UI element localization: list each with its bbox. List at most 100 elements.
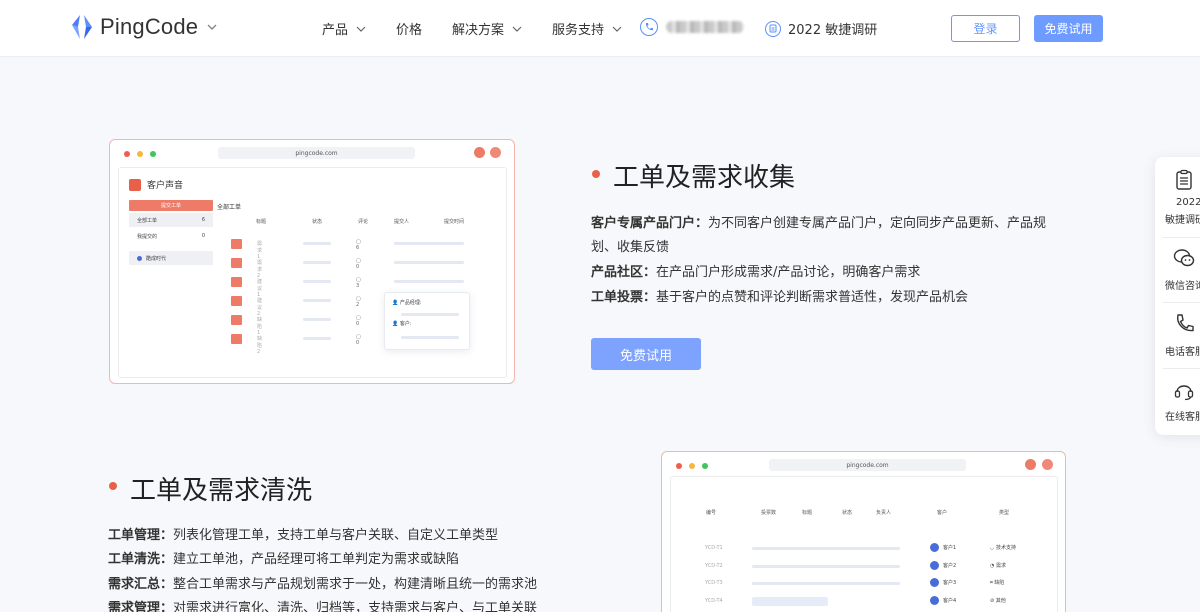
comment-count-value: 2 [356, 302, 360, 308]
float-item-wechat[interactable]: 微信咨询 [1155, 247, 1200, 307]
logo[interactable]: PingCode [70, 14, 218, 40]
float-item-online-service[interactable]: 在线客服 [1155, 379, 1200, 435]
section-bullet-icon [109, 482, 117, 490]
line-text: 整合工单需求与产品规划需求于一处，构建清晰且统一的需求池 [173, 577, 538, 592]
free-trial-cta-button[interactable]: 免费试用 [591, 338, 701, 370]
ticket-type-icon [231, 296, 242, 306]
comment-count: ▢ 0 [356, 334, 361, 346]
line-text: 为不同客户创建专属产品门户，定向同步产品更新、产品规 [708, 216, 1047, 231]
app-title-text: 客户声音 [147, 181, 184, 191]
section2-line: 需求管理：对需求进行富化、清洗、归档等，支持需求与客户、与工单关联 [108, 597, 537, 612]
org-dot-icon [137, 255, 142, 261]
row-type: ◔ 需求 [990, 563, 1006, 569]
comment-count-value: 0 [356, 264, 360, 270]
popover-label: 客户: [399, 321, 412, 327]
line-text: 在产品门户形成需求/产品讨论，明确客户需求 [656, 265, 921, 280]
side-float-bar: 2022 敏捷调研 微信咨询 电话客服 在线客服 [1155, 157, 1200, 435]
table-row: YCD-T2 客户2 ◔ 需求 [662, 561, 1065, 573]
row-id: YCD-T3 [705, 580, 723, 586]
row-placeholder [752, 565, 900, 568]
phone-icon [640, 18, 658, 36]
divider [1163, 368, 1200, 369]
float-item-survey[interactable]: 2022 敏捷调研 [1155, 169, 1200, 239]
row-placeholder [752, 547, 900, 550]
app-frame: 客户声音 提交工单 全部工单 6 我提交的 0 酷成时代 全部工单 标题 状态 … [118, 167, 507, 378]
chevron-down-icon [356, 26, 366, 32]
line-key: 工单管理： [108, 528, 174, 543]
row-type: ⊘ 其他 [990, 598, 1006, 604]
section2-line: 工单清洗：建立工单池，产品经理可将工单判定为需求或缺陷 [108, 548, 459, 567]
avatar-icon [490, 147, 501, 158]
line-key: 客户专属产品门户： [591, 216, 709, 231]
nav-item-products[interactable]: 产品 [322, 19, 366, 38]
row-type: ⌗ 缺陷 [990, 580, 1005, 586]
col-owner: 负责人 [876, 510, 892, 516]
voice-app-icon [129, 178, 141, 191]
window-dots [124, 151, 163, 157]
comment-count: ▢ 0 [356, 315, 361, 327]
float-label: 电话客服 [1165, 347, 1200, 358]
line-key: 工单清洗： [108, 552, 174, 567]
avatar-icon [1042, 459, 1053, 470]
mock-sidebar: 提交工单 全部工单 6 我提交的 0 酷成时代 [129, 200, 213, 265]
phone-contact[interactable] [640, 18, 744, 36]
row-title: 建议2 [257, 298, 263, 317]
sidebar-item-org: 酷成时代 [129, 251, 213, 265]
window-dots [676, 463, 715, 469]
maximize-dot-icon [150, 151, 156, 157]
chevron-down-icon [207, 24, 217, 30]
popover-row: 👤 客户: [392, 321, 412, 327]
row-title: 缺陷1 [257, 317, 263, 336]
line-key: 需求汇总： [108, 577, 174, 592]
row-customer: 客户3 [930, 578, 956, 587]
ticket-type-icon [231, 315, 242, 325]
table-row: YCD-T3 客户3 ⌗ 缺陷 [662, 578, 1065, 590]
col-votes: 投票数 [761, 510, 777, 516]
app-title: 客户声音 [129, 178, 183, 191]
back-arrow-icon [474, 147, 485, 158]
customer-name: 客户2 [943, 563, 957, 569]
free-trial-button[interactable]: 免费试用 [1034, 15, 1103, 42]
maximize-dot-icon [702, 463, 708, 469]
col-comments: 评论 [358, 219, 369, 225]
line-text: 划、收集反馈 [591, 240, 670, 255]
customer-voice-mockup: pingcode.com 客户声音 提交工单 全部工单 6 我提交的 0 酷成时… [109, 139, 515, 384]
sidebar-item-mine: 我提交的 0 [129, 229, 213, 243]
section2-line: 需求汇总：整合工单需求与产品规划需求于一处，构建清晰且统一的需求池 [108, 573, 537, 592]
col-status: 状态 [842, 510, 853, 516]
phone-number-redacted [666, 21, 744, 33]
type-label: 需求 [995, 563, 1006, 569]
submit-ticket-button: 提交工单 [129, 200, 213, 211]
row-id: YCD-T2 [705, 563, 723, 569]
type-label: 其他 [995, 598, 1006, 604]
type-label: 技术支持 [995, 545, 1016, 551]
section1-line: 客户专属产品门户：为不同客户创建专属产品门户，定向同步产品更新、产品规 [591, 212, 1046, 231]
nav-item-solutions[interactable]: 解决方案 [452, 19, 522, 38]
wechat-icon [1173, 249, 1195, 267]
survey-label: 2022 敏捷调研 [788, 23, 878, 38]
status-placeholder [303, 318, 331, 321]
float-item-phone[interactable]: 电话客服 [1155, 313, 1200, 373]
row-placeholder [752, 597, 828, 606]
nav-item-support[interactable]: 服务支持 [552, 19, 622, 38]
nav-label: 产品 [322, 23, 349, 38]
nav-item-pricing[interactable]: 价格 [396, 19, 422, 38]
float-label: 微信咨询 [1165, 281, 1200, 292]
table-row: YCD-T4 客户4 ⊘ 其他 [662, 596, 1065, 608]
col-status: 状态 [312, 219, 323, 225]
minimize-dot-icon [137, 151, 143, 157]
main-nav: 产品 价格 解决方案 服务支持 [322, 19, 652, 38]
customer-name: 客户4 [943, 598, 957, 604]
line-text: 基于客户的点赞和评论判断需求普适性，发现产品机会 [656, 290, 969, 305]
sidebar-item-all: 全部工单 6 [129, 213, 213, 227]
sidebar-item-label: 酷成时代 [146, 255, 167, 262]
assignee-popover: 👤 产品经理: 👤 客户: [384, 292, 470, 350]
login-button[interactable]: 登录 [951, 15, 1020, 42]
back-arrow-icon [1025, 459, 1036, 470]
comment-count-value: 3 [356, 283, 360, 289]
logo-text: PingCode [100, 14, 199, 39]
survey-link[interactable]: 2022 敏捷调研 [765, 19, 877, 38]
nav-label: 价格 [396, 23, 423, 38]
ticket-list-mockup: pingcode.com 编号 投票数 标题 状态 负责人 客户 类型 YCD-… [661, 451, 1066, 612]
submitter-placeholder [394, 280, 464, 283]
